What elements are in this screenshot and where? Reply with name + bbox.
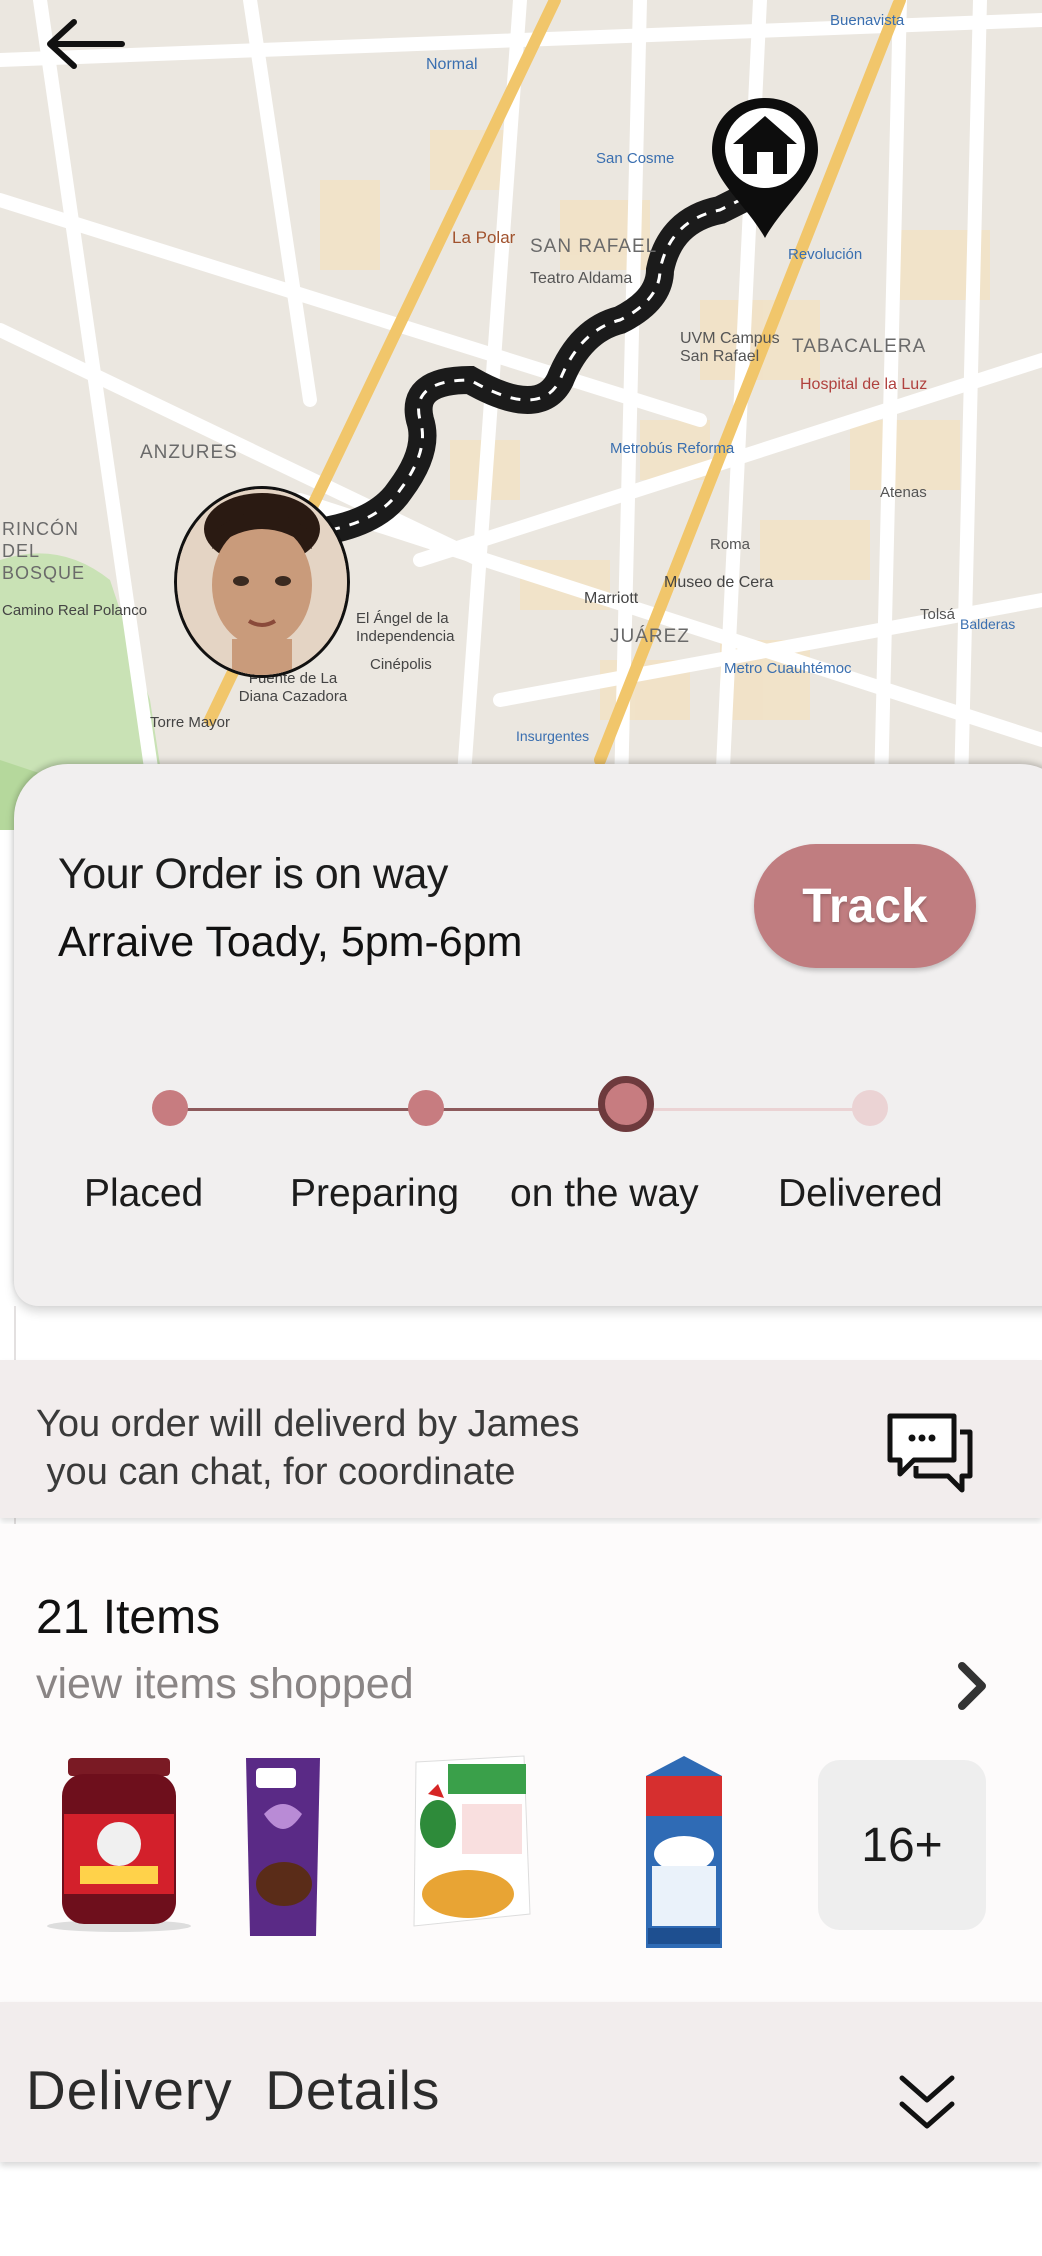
step-dot-preparing[interactable] [408, 1090, 444, 1126]
product-thumb-cereal[interactable] [408, 1754, 532, 1930]
courier-message: You order will deliverd by James you can… [36, 1400, 580, 1496]
order-status-card: Your Order is on way Arraive Toady, 5pm-… [14, 764, 1042, 1306]
milk-carton-icon [646, 1756, 722, 1948]
step-label-on-the-way: on the way [510, 1172, 699, 1215]
chocolate-bar-icon [246, 1758, 320, 1936]
step-label-preparing: Preparing [290, 1172, 460, 1215]
step-label-placed: Placed [84, 1172, 204, 1215]
step-dot-placed[interactable] [152, 1090, 188, 1126]
back-button[interactable] [40, 14, 130, 74]
delivery-details-bar[interactable]: Delivery Details [0, 2002, 1042, 2162]
map-view[interactable]: Normal La Polar SAN RAFAEL Teatro Aldama… [0, 0, 1042, 830]
chat-icon [887, 1413, 973, 1493]
progress-line-remaining [630, 1108, 870, 1111]
courier-message-line1: You order will deliverd by James [36, 1403, 580, 1445]
arrow-left-icon [47, 19, 125, 69]
courier-avatar[interactable] [174, 486, 350, 678]
courier-message-line2: you can chat, for coordinate [36, 1451, 516, 1493]
items-count: 21 Items [36, 1591, 221, 1644]
step-dot-on-the-way[interactable] [598, 1076, 654, 1132]
product-thumb-jam[interactable] [44, 1754, 194, 1934]
step-label-delivered: Delivered [778, 1172, 943, 1215]
chevron-right-icon [958, 1662, 986, 1710]
courier-info: You order will deliverd by James you can… [0, 1360, 1042, 1518]
expand-button[interactable] [896, 2070, 958, 2134]
step-dot-delivered[interactable] [852, 1090, 888, 1126]
view-items-link[interactable]: view items shopped [36, 1660, 414, 1709]
cereal-box-icon [413, 1755, 531, 1927]
chat-button[interactable] [884, 1410, 974, 1496]
double-chevron-down-icon [899, 2075, 955, 2129]
product-thumb-milk[interactable] [638, 1754, 730, 1950]
items-section: 21 Items view items shopped 16+ [0, 1524, 1042, 2002]
items-chevron-button[interactable] [952, 1656, 992, 1716]
more-items-tile[interactable]: 16+ [818, 1760, 986, 1930]
arrival-time: Arraive Toady, 5pm-6pm [58, 918, 523, 966]
progress-line-done [170, 1108, 630, 1111]
home-pin-icon [712, 98, 818, 238]
track-button[interactable]: Track [754, 844, 976, 968]
delivery-details-title: Delivery Details [26, 2059, 441, 2121]
order-title: Your Order is on way [58, 850, 448, 898]
destination-pin [706, 94, 824, 240]
product-thumb-chocolate[interactable] [238, 1754, 328, 1940]
jam-jar-icon [47, 1758, 191, 1932]
